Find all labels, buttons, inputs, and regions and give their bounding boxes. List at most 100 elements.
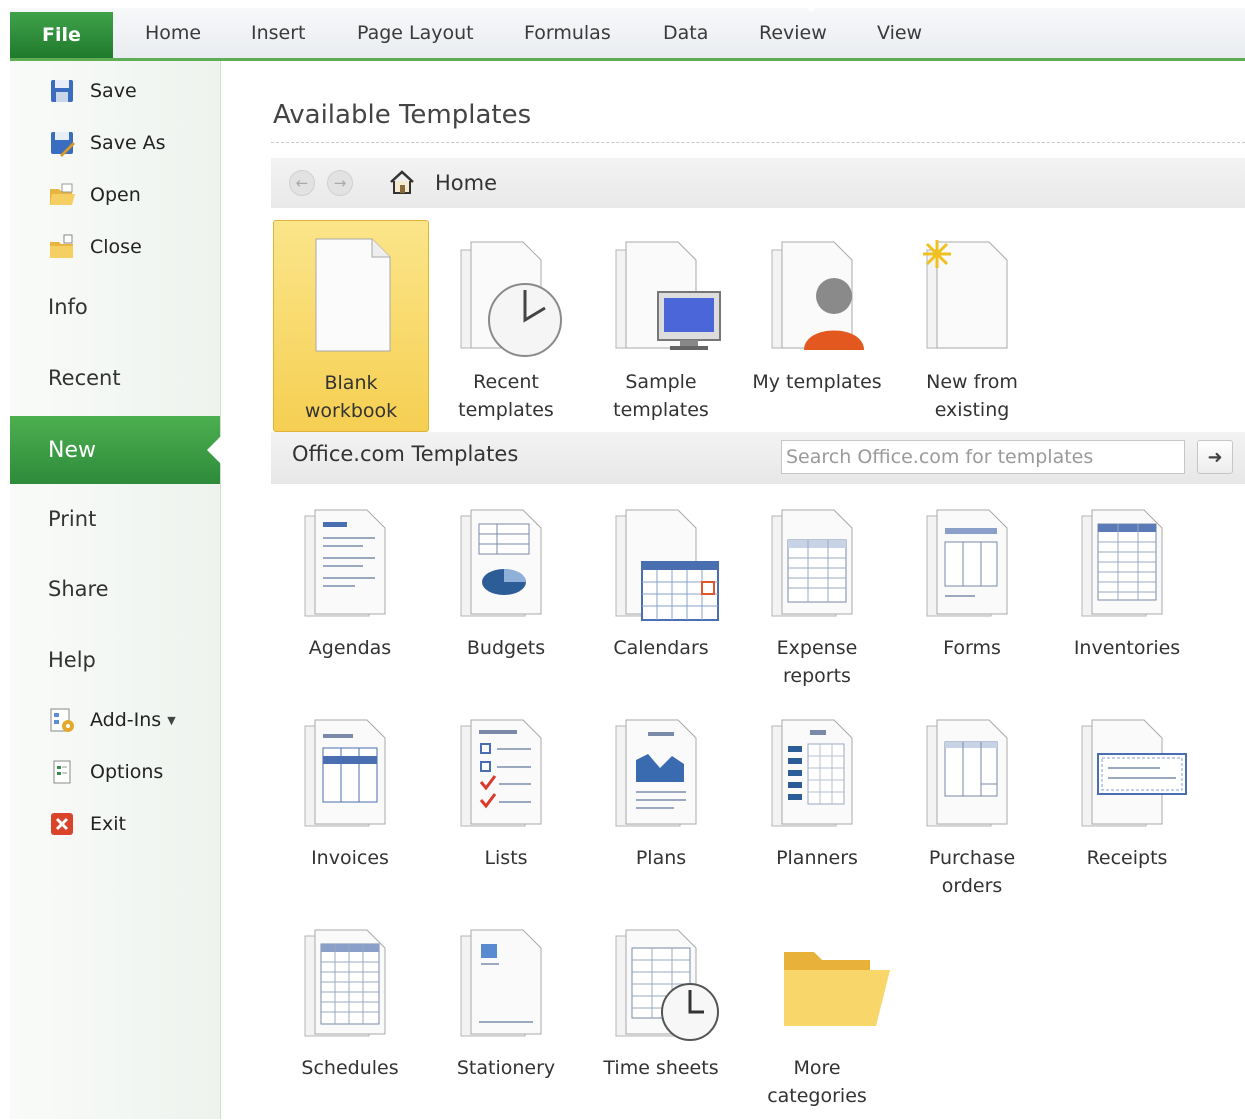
- invoice-icon: [304, 719, 386, 827]
- tab-insert[interactable]: Insert: [251, 22, 306, 44]
- tab-file[interactable]: File: [10, 12, 113, 58]
- options-icon: [48, 758, 76, 786]
- template-breadcrumb-bar: ← → Home: [271, 158, 1245, 208]
- tab-review[interactable]: Review: [759, 22, 827, 44]
- tile-label: Receipts: [1086, 847, 1168, 869]
- arrow-right-icon: ➜: [1207, 446, 1223, 468]
- search-input[interactable]: [781, 440, 1185, 474]
- template-blank-workbook[interactable]: Blank workbook: [273, 220, 429, 432]
- exit-icon: [48, 810, 76, 838]
- tile-label: Calendars: [613, 637, 709, 659]
- tab-view[interactable]: View: [877, 22, 922, 44]
- nav-recent[interactable]: Recent: [48, 366, 121, 390]
- category-purchase-orders[interactable]: Purchase orders: [895, 700, 1049, 910]
- tile-label-line1: Recent: [473, 371, 539, 393]
- chevron-down-icon: ▼: [167, 713, 176, 727]
- home-icon[interactable]: [388, 169, 416, 195]
- page-title: Available Templates: [273, 100, 532, 130]
- category-lists[interactable]: Lists: [429, 700, 583, 910]
- nav-print[interactable]: Print: [48, 507, 96, 531]
- category-forms[interactable]: Forms: [895, 490, 1049, 700]
- forward-arrow-icon[interactable]: →: [327, 170, 353, 196]
- back-arrow-icon[interactable]: ←: [289, 170, 315, 196]
- tile-label-line2: existing: [934, 399, 1010, 421]
- tab-home[interactable]: Home: [145, 22, 201, 44]
- office-templates-bar: Office.com Templates ➜: [271, 432, 1245, 484]
- tile-label-line1: New from: [926, 371, 1018, 393]
- category-invoices[interactable]: Invoices: [273, 700, 427, 910]
- category-stationery[interactable]: Stationery: [429, 910, 583, 1120]
- tile-label-line1: Sample: [625, 371, 697, 393]
- nav-open[interactable]: Open: [48, 179, 141, 211]
- nav-save[interactable]: Save: [48, 75, 137, 107]
- tile-label-line2: templates: [613, 399, 709, 421]
- nav-save-as-label: Save As: [90, 132, 166, 154]
- category-expense-reports[interactable]: Expense reports: [740, 490, 894, 700]
- tile-label-line2: workbook: [304, 400, 398, 422]
- tile-label-line1: More: [793, 1057, 841, 1079]
- template-recent-templates[interactable]: Recent templates: [429, 220, 583, 430]
- nav-help[interactable]: Help: [48, 648, 96, 672]
- tile-label-line2: orders: [941, 875, 1003, 897]
- nav-close[interactable]: Close: [48, 231, 142, 263]
- new-sparkle-document-icon: [923, 240, 1008, 349]
- nav-options[interactable]: Options: [48, 756, 163, 788]
- template-my-templates[interactable]: My templates: [740, 220, 894, 430]
- tile-label-line2: reports: [783, 665, 851, 687]
- nav-save-label: Save: [90, 80, 137, 102]
- form-icon: [926, 509, 1008, 617]
- category-plans[interactable]: Plans: [584, 700, 738, 910]
- tile-label: Agendas: [308, 637, 392, 659]
- tile-label-line1: Purchase: [928, 847, 1016, 869]
- category-calendars[interactable]: Calendars: [584, 490, 738, 700]
- nav-share[interactable]: Share: [48, 577, 109, 601]
- template-sample-templates[interactable]: Sample templates: [584, 220, 738, 430]
- time-sheet-icon: [615, 929, 719, 1041]
- category-more-categories[interactable]: More categories: [740, 910, 894, 1120]
- nav-exit[interactable]: Exit: [48, 808, 126, 840]
- tab-formulas[interactable]: Formulas: [524, 22, 611, 44]
- category-time-sheets[interactable]: Time sheets: [584, 910, 738, 1120]
- tab-page-layout[interactable]: Page Layout: [357, 22, 474, 44]
- folder-icon: [784, 952, 890, 1026]
- purchase-order-icon: [926, 719, 1008, 827]
- tile-label: Planners: [776, 847, 858, 869]
- expense-report-icon: [771, 509, 853, 617]
- tile-label-line1: Blank: [324, 372, 378, 394]
- nav-close-label: Close: [90, 236, 142, 258]
- search-go-button[interactable]: ➜: [1197, 440, 1233, 474]
- category-budgets[interactable]: Budgets: [429, 490, 583, 700]
- tile-label-line2: categories: [767, 1085, 867, 1107]
- save-icon: [48, 77, 76, 105]
- calendar-icon: [615, 509, 719, 621]
- agenda-document-icon: [304, 509, 386, 617]
- section-title: Office.com Templates: [292, 442, 519, 466]
- nav-info[interactable]: Info: [48, 295, 88, 319]
- category-schedules[interactable]: Schedules: [273, 910, 427, 1120]
- category-planners[interactable]: Planners: [740, 700, 894, 910]
- nav-save-as[interactable]: Save As: [48, 127, 166, 159]
- nav-new[interactable]: New: [10, 416, 221, 484]
- category-inventories[interactable]: Inventories: [1050, 490, 1204, 700]
- inventory-icon: [1081, 509, 1163, 617]
- selection-arrow: [207, 436, 221, 464]
- nav-add-ins[interactable]: Add-Ins ▼: [48, 704, 176, 736]
- save-as-icon: [48, 129, 76, 157]
- tab-data[interactable]: Data: [663, 22, 708, 44]
- sample-monitor-icon: [615, 241, 721, 350]
- budget-pie-icon: [460, 509, 542, 617]
- schedule-icon: [304, 929, 386, 1037]
- nav-new-label: New: [48, 437, 96, 463]
- category-receipts[interactable]: Receipts: [1050, 700, 1204, 910]
- tile-label: Stationery: [456, 1057, 556, 1079]
- category-agendas[interactable]: Agendas: [273, 490, 427, 700]
- template-new-from-existing[interactable]: New from existing: [895, 220, 1049, 430]
- breadcrumb-home[interactable]: Home: [435, 171, 497, 195]
- checklist-icon: [460, 719, 542, 827]
- ribbon-minimize-notch: [797, 0, 825, 12]
- tile-label-line2: templates: [458, 399, 554, 421]
- tile-label: Plans: [635, 847, 687, 869]
- close-folder-icon: [48, 233, 76, 261]
- title-divider: [271, 142, 1245, 143]
- tile-label-line1: Expense: [776, 637, 858, 659]
